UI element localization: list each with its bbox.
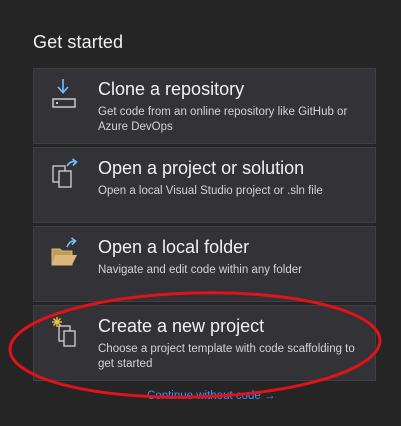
open-project-card[interactable]: Open a project or solution Open a local … [33, 147, 376, 223]
card-title: Open a local folder [98, 237, 250, 257]
get-started-panel: Get started Clone a repository Get code … [0, 0, 401, 426]
card-title: Open a project or solution [98, 158, 305, 178]
open-folder-card[interactable]: Open a local folder Navigate and edit co… [33, 226, 376, 302]
card-title: Create a new project [98, 316, 265, 336]
get-started-heading: Get started [33, 32, 124, 52]
create-project-card[interactable]: Create a new project Choose a project te… [33, 305, 376, 381]
card-description: Open a local Visual Studio project or .s… [98, 185, 323, 197]
clone-download-icon [50, 77, 80, 111]
card-title: Clone a repository [98, 79, 245, 99]
new-project-icon [50, 314, 80, 348]
clone-repository-card[interactable]: Clone a repository Get code from an onli… [33, 68, 376, 144]
card-description: Navigate and edit code within any folder [98, 264, 302, 276]
open-folder-icon [50, 235, 80, 269]
card-description: Get code from an online repository like … [98, 106, 348, 133]
open-project-icon [50, 156, 80, 190]
card-description: Choose a project template with code scaf… [98, 343, 355, 370]
continue-without-code-link[interactable]: Continue without code → [147, 390, 276, 402]
